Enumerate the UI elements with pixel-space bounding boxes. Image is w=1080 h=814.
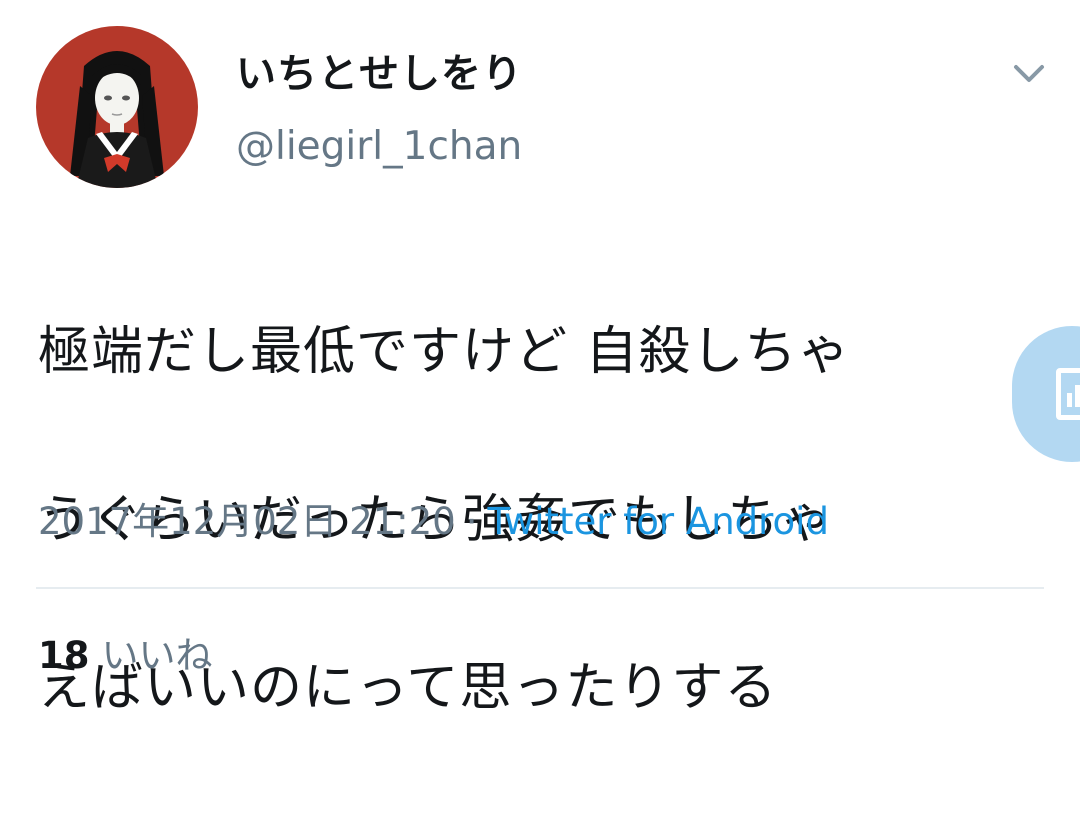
- tweet-card: いちとせしをり @liegirl_1chan 極端だし最低ですけど 自殺しちゃ …: [0, 0, 1080, 718]
- meta-separator: ·: [465, 500, 478, 543]
- chevron-down-icon[interactable]: [1008, 52, 1050, 94]
- likes-count: 18: [38, 634, 90, 677]
- avatar-illustration: [70, 51, 164, 188]
- timestamp[interactable]: 2017年12月02日 21:20: [38, 500, 456, 543]
- avatar[interactable]: [36, 26, 198, 188]
- report-icon: [1056, 368, 1080, 420]
- likes-label: いいね: [101, 634, 213, 677]
- user-handle[interactable]: @liegirl_1chan: [236, 120, 522, 174]
- tweet-text-line: 極端だし最低ですけど 自殺しちゃ: [38, 322, 851, 382]
- tweet-meta: 2017年12月02日 21:20 · Twitter for Android: [38, 494, 829, 550]
- display-name[interactable]: いちとせしをり: [236, 46, 523, 102]
- likes-stat[interactable]: 18 いいね: [38, 628, 213, 684]
- source-link[interactable]: Twitter for Android: [487, 500, 828, 543]
- divider: [36, 587, 1044, 589]
